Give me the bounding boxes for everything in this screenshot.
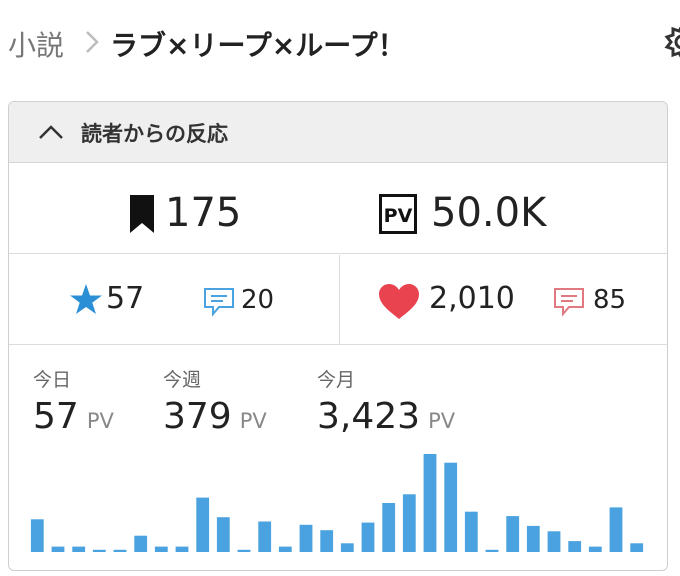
panel-title: 読者からの反応 xyxy=(81,122,228,146)
svg-text:PV: PV xyxy=(384,205,413,227)
bookmark-icon xyxy=(130,195,154,233)
pv-stat-label: 今日 xyxy=(33,369,72,391)
chart-bar xyxy=(237,549,251,552)
chevron-up-icon[interactable] xyxy=(37,122,65,142)
reactions-row: 57 20 2,010 85 xyxy=(9,255,667,345)
chart-bar xyxy=(526,525,540,552)
chart-bar xyxy=(320,530,334,552)
chart-bar xyxy=(464,511,478,552)
daily-pv-chart xyxy=(30,454,644,552)
totals-row: 175 PV 50.0K xyxy=(9,164,667,254)
heart-comment-count: 85 xyxy=(593,285,627,315)
chart-bar xyxy=(258,521,272,552)
chart-bar xyxy=(154,546,168,552)
bookmark-count: 175 xyxy=(165,190,242,236)
page-title: ラブ×リープ×ループ！ xyxy=(110,29,406,62)
pv-stat-unit: PV xyxy=(428,409,456,433)
chart-bar xyxy=(72,546,86,552)
chart-bar xyxy=(92,549,106,552)
divider xyxy=(339,255,340,345)
comment-icon[interactable] xyxy=(553,287,585,317)
pv-stat-label: 今月 xyxy=(317,369,356,391)
heart-icon xyxy=(379,284,419,319)
chart-bar xyxy=(630,543,644,552)
pv-stat-month: 今月 3,423 PV xyxy=(317,365,455,437)
panel-header[interactable]: 読者からの反応 xyxy=(9,102,667,163)
pv-stat-today: 今日 57 PV xyxy=(33,365,114,437)
chart-bar xyxy=(568,541,582,552)
gear-icon[interactable] xyxy=(662,22,680,62)
pv-stat-value: 57 xyxy=(33,396,79,437)
chart-bar xyxy=(51,546,65,552)
star-icon xyxy=(70,284,102,314)
chart-bar xyxy=(361,522,375,552)
chart-bar xyxy=(278,546,292,552)
chart-bar xyxy=(196,497,210,552)
chart-bar xyxy=(609,507,623,552)
chart-bar xyxy=(382,503,396,552)
pv-stat-unit: PV xyxy=(86,409,114,433)
heart-count: 2,010 xyxy=(429,281,515,316)
comment-icon[interactable] xyxy=(203,287,235,317)
pv-stat-label: 今週 xyxy=(163,369,202,391)
pageview-total: 50.0K xyxy=(431,190,547,236)
pv-stat-value: 379 xyxy=(163,396,232,437)
chart-bar xyxy=(134,535,148,552)
header: 小説 ラブ×リープ×ループ！ xyxy=(0,0,680,84)
pv-stat-value: 3,423 xyxy=(317,396,421,437)
pv-stat-week: 今週 379 PV xyxy=(163,365,267,437)
star-comment-count: 20 xyxy=(241,285,275,315)
breadcrumb-root[interactable]: 小説 xyxy=(8,24,64,64)
pv-stat-unit: PV xyxy=(239,409,267,433)
chart-bar xyxy=(30,519,44,552)
chart-bar xyxy=(402,494,416,552)
chart-bar xyxy=(340,543,354,552)
chart-bar xyxy=(423,454,437,552)
chart-bar xyxy=(299,524,313,552)
chart-bar xyxy=(113,549,127,552)
star-count: 57 xyxy=(106,281,145,316)
chart-bar xyxy=(216,517,230,552)
chart-bar xyxy=(506,516,520,552)
chevron-right-icon xyxy=(86,31,99,53)
chart-bar xyxy=(485,549,499,552)
chart-bar xyxy=(444,462,458,552)
chart-bar xyxy=(175,546,189,552)
chart-bar xyxy=(547,531,561,552)
reader-reactions-panel: 読者からの反応 175 PV 50.0K 57 20 2,010 85 今日 5… xyxy=(8,101,668,571)
pv-icon: PV xyxy=(379,194,417,234)
chart-bar xyxy=(588,546,602,552)
